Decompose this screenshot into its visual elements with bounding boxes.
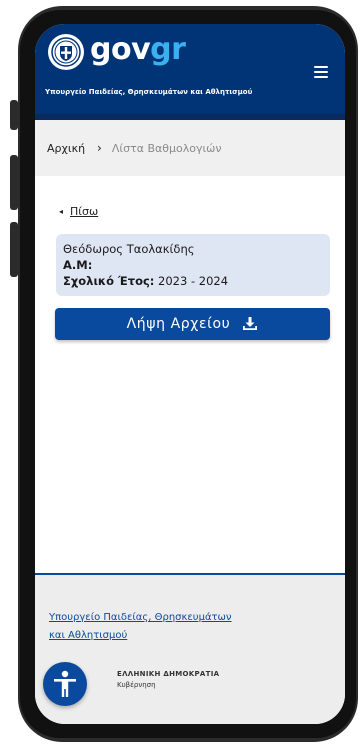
breadcrumb-current: Λίστα Βαθμολογιών xyxy=(111,141,222,155)
greek-coat-of-arms-icon xyxy=(48,34,84,70)
ministry-title: Υπουργείο Παιδείας, Θρησκευμάτων και Αθλ… xyxy=(45,88,253,96)
school-year-value: 2023 - 2024 xyxy=(158,274,229,288)
phone-volume-down-button xyxy=(10,222,18,277)
accessibility-icon[interactable] xyxy=(43,662,87,706)
phone-screen: govgr Υπουργείο Παιδείας, Θρησκευμάτων κ… xyxy=(35,24,345,724)
download-icon xyxy=(242,317,258,331)
back-link[interactable]: ◂ Πίσω xyxy=(59,205,98,218)
student-name: Θεόδωρος Ταολακίδης xyxy=(63,242,195,256)
phone-volume-up-button xyxy=(10,155,18,210)
back-arrow-icon: ◂ xyxy=(59,207,64,216)
site-header: govgr Υπουργείο Παιδείας, Θρησκευμάτων κ… xyxy=(35,24,345,114)
hamburger-menu-icon[interactable] xyxy=(311,64,331,80)
footer-ministry-link[interactable]: Υπουργείο Παιδείας, Θρησκευμάτων και Αθλ… xyxy=(49,609,279,645)
logo-gr-text: gr xyxy=(150,32,186,67)
student-am-row: Α.Μ: xyxy=(63,257,330,273)
site-footer: Υπουργείο Παιδείας, Θρησκευμάτων και Αθλ… xyxy=(35,573,345,724)
breadcrumb-home-link[interactable]: Αρχική xyxy=(47,142,85,155)
logo-gov-text: gov xyxy=(90,32,151,67)
footer-org-subtitle: Κυβέρνηση xyxy=(117,681,156,689)
download-button-label: Λήψη Αρχείου xyxy=(126,316,231,332)
footer-org-title: ΕΛΛΗΝΙΚΗ ΔΗΜΟΚΡΑΤΙΑ xyxy=(117,670,220,678)
school-year-label: Σχολικό Έτος: xyxy=(63,274,155,288)
breadcrumb: Αρχική › Λίστα Βαθμολογιών xyxy=(35,120,345,176)
footer-organization: ΕΛΛΗΝΙΚΗ ΔΗΜΟΚΡΑΤΙΑ Κυβέρνηση xyxy=(117,669,219,691)
breadcrumb-separator-icon: › xyxy=(97,141,102,155)
back-link-label: Πίσω xyxy=(70,205,99,218)
govgr-logo[interactable]: govgr xyxy=(90,30,186,70)
phone-side-button xyxy=(10,100,18,130)
am-label: Α.Μ: xyxy=(63,258,93,272)
school-year-row: Σχολικό Έτος: 2023 - 2024 xyxy=(63,273,330,289)
student-info-card: Θεόδωρος Ταολακίδης Α.Μ: Σχολικό Έτος: 2… xyxy=(56,234,330,296)
footer-ministry-link-line1: Υπουργείο Παιδείας, Θρησκευμάτων xyxy=(49,612,232,623)
download-file-button[interactable]: Λήψη Αρχείου xyxy=(55,308,330,340)
footer-ministry-link-line2: και Αθλητισμού xyxy=(49,630,128,641)
